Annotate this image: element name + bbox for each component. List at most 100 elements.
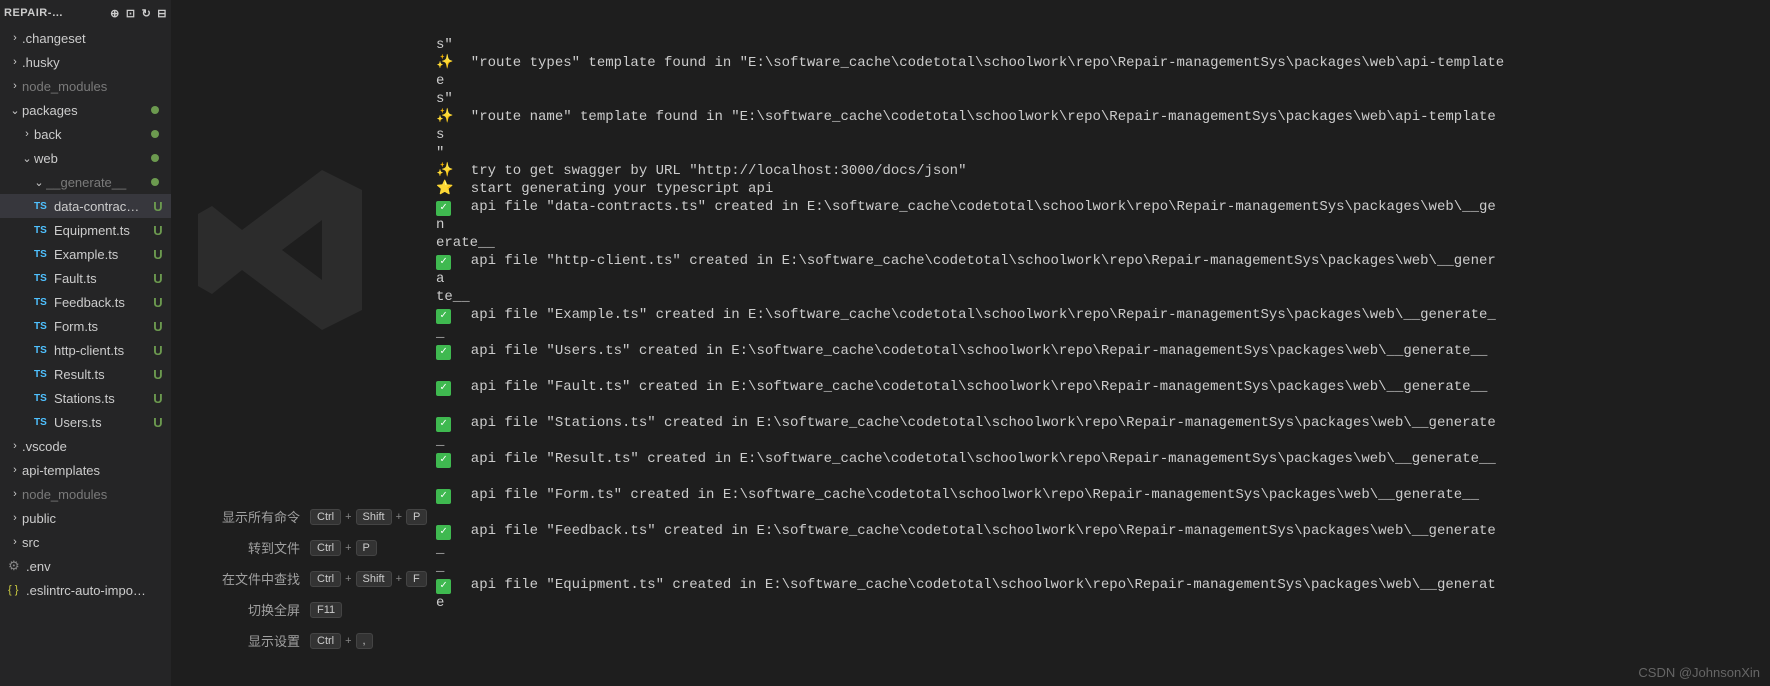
terminal-line: _: [436, 540, 1766, 558]
terminal-line: ✓ api file "http-client.ts" created in E…: [436, 252, 1766, 270]
command-hint: 显示设置 Ctrl+,: [172, 625, 432, 656]
key: Ctrl: [310, 633, 341, 649]
keybinding: Ctrl+P: [310, 540, 420, 556]
terminal-text: api file "http-client.ts" created in E:\…: [454, 252, 1496, 270]
git-status-badge: U: [151, 415, 165, 430]
modified-dot-icon: [151, 178, 159, 186]
key: Shift: [356, 509, 392, 525]
chevron-right-icon: ›: [8, 56, 22, 68]
file-item[interactable]: TSEquipment.tsU: [0, 218, 171, 242]
file-item[interactable]: TSdata-contrac…U: [0, 194, 171, 218]
item-label: packages: [22, 103, 151, 118]
folder-item[interactable]: ⌄web: [0, 146, 171, 170]
terminal-line: ✓ api file "Result.ts" created in E:\sof…: [436, 450, 1766, 468]
modified-dot-icon: [151, 130, 159, 138]
folder-item[interactable]: ›api-templates: [0, 458, 171, 482]
watermark-text: CSDN @JohnsonXin: [1638, 664, 1760, 682]
command-hint: 转到文件Ctrl+P: [172, 532, 432, 563]
git-status-badge: U: [151, 271, 165, 286]
item-label: src: [22, 535, 165, 550]
key: F11: [310, 602, 342, 618]
file-item[interactable]: TSFault.tsU: [0, 266, 171, 290]
file-item[interactable]: TSStations.tsU: [0, 386, 171, 410]
vscode-watermark-icon: [182, 150, 382, 350]
file-item[interactable]: TSResult.tsU: [0, 362, 171, 386]
terminal-line: ": [436, 144, 1766, 162]
folder-item[interactable]: ›.vscode: [0, 434, 171, 458]
terminal-text: "route types" template found in "E:\soft…: [454, 54, 1504, 72]
file-tree[interactable]: ›.changeset›.husky›node_modules⌄packages…: [0, 26, 171, 602]
explorer-header: REPAIR-… ⊕ ⊡ ↻ ⊟: [0, 0, 171, 26]
terminal-text: try to get swagger by URL "http://localh…: [454, 162, 966, 180]
file-item[interactable]: TSForm.tsU: [0, 314, 171, 338]
terminal-line: ✓ api file "Form.ts" created in E:\softw…: [436, 486, 1766, 504]
terminal-text: start generating your typescript api: [454, 180, 773, 198]
file-item[interactable]: { }.eslintrc-auto-impo…: [0, 578, 171, 602]
file-item[interactable]: TSFeedback.tsU: [0, 290, 171, 314]
folder-item[interactable]: ›node_modules: [0, 482, 171, 506]
folder-item[interactable]: ›back: [0, 122, 171, 146]
typescript-icon: TS: [34, 417, 52, 428]
terminal-text: api file "Feedback.ts" created in E:\sof…: [454, 522, 1496, 540]
chevron-down-icon: ⌄: [32, 176, 46, 189]
chevron-right-icon: ›: [20, 128, 34, 140]
typescript-icon: TS: [34, 345, 52, 356]
terminal-line: ✨ "route name" template found in "E:\sof…: [436, 108, 1766, 126]
folder-item[interactable]: ›public: [0, 506, 171, 530]
item-label: node_modules: [22, 79, 165, 94]
chevron-down-icon: ⌄: [8, 104, 22, 117]
chevron-right-icon: ›: [8, 536, 22, 548]
terminal-line: erate__: [436, 234, 1766, 252]
git-status-badge: U: [151, 343, 165, 358]
git-status-badge: U: [151, 199, 165, 214]
check-icon: ✓: [436, 345, 451, 360]
terminal-line: ⭐ start generating your typescript api: [436, 180, 1766, 198]
project-title: REPAIR-…: [4, 7, 110, 19]
folder-item[interactable]: ⌄__generate__: [0, 170, 171, 194]
terminal-text: api file "data-contracts.ts" created in …: [454, 198, 1496, 216]
terminal-line: te__: [436, 288, 1766, 306]
git-status-badge: U: [151, 295, 165, 310]
folder-item[interactable]: ›src: [0, 530, 171, 554]
item-label: .changeset: [22, 31, 165, 46]
check-icon: ✓: [436, 309, 451, 324]
new-file-icon[interactable]: ⊕: [110, 7, 120, 20]
item-label: api-templates: [22, 463, 165, 478]
command-label: 显示所有命令: [184, 507, 300, 526]
folder-item[interactable]: ›.husky: [0, 50, 171, 74]
file-item[interactable]: TSExample.tsU: [0, 242, 171, 266]
terminal-line: e: [436, 72, 1766, 90]
terminal-text: api file "Users.ts" created in E:\softwa…: [454, 342, 1487, 360]
star-icon: ⭐: [436, 181, 453, 197]
new-folder-icon[interactable]: ⊡: [126, 7, 136, 20]
typescript-icon: TS: [34, 321, 52, 332]
refresh-icon[interactable]: ↻: [142, 7, 152, 20]
explorer-sidebar[interactable]: REPAIR-… ⊕ ⊡ ↻ ⊟ ›.changeset›.husky›node…: [0, 0, 172, 686]
item-label: data-contrac…: [54, 199, 151, 214]
collapse-icon[interactable]: ⊟: [157, 7, 167, 20]
gear-icon: ⚙: [8, 558, 26, 574]
check-icon: ✓: [436, 453, 451, 468]
folder-item[interactable]: ›node_modules: [0, 74, 171, 98]
key: Ctrl: [310, 540, 341, 556]
file-item[interactable]: ⚙.env: [0, 554, 171, 578]
folder-item[interactable]: ›.changeset: [0, 26, 171, 50]
typescript-icon: TS: [34, 201, 52, 212]
terminal-text: api file "Result.ts" created in E:\softw…: [454, 450, 1496, 468]
item-label: .eslintrc-auto-impo…: [26, 583, 165, 598]
sparkle-icon: ✨: [436, 55, 453, 71]
command-label: 显示设置: [184, 631, 300, 650]
terminal-line: _: [436, 432, 1766, 450]
terminal-line: ✓ api file "Users.ts" created in E:\soft…: [436, 342, 1766, 360]
item-label: web: [34, 151, 151, 166]
git-status-badge: U: [151, 391, 165, 406]
file-item[interactable]: TShttp-client.tsU: [0, 338, 171, 362]
terminal-output[interactable]: s"✨ "route types" template found in "E:\…: [432, 0, 1770, 686]
chevron-right-icon: ›: [8, 512, 22, 524]
file-item[interactable]: TSUsers.tsU: [0, 410, 171, 434]
sparkle-icon: ✨: [436, 163, 453, 179]
item-label: Users.ts: [54, 415, 151, 430]
keybinding: Ctrl+,: [310, 633, 420, 649]
git-status-badge: U: [151, 319, 165, 334]
folder-item[interactable]: ⌄packages: [0, 98, 171, 122]
